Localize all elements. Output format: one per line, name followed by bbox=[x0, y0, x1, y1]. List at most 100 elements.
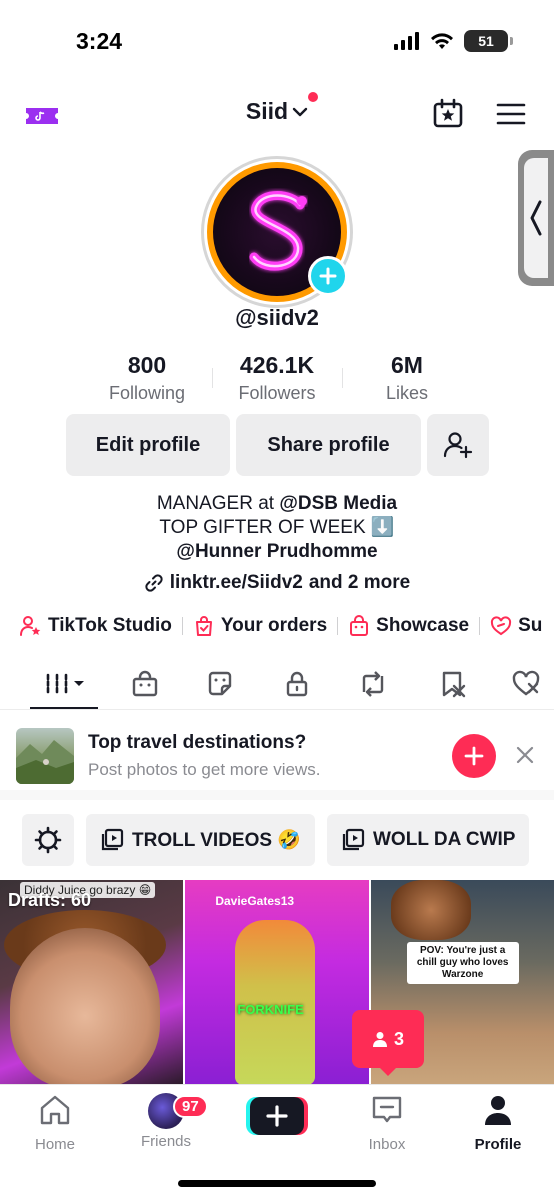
add-story-button[interactable] bbox=[308, 256, 348, 296]
tab-private[interactable] bbox=[279, 666, 315, 702]
views-count: 3 bbox=[393, 1028, 404, 1049]
shopping-bag-icon bbox=[195, 616, 212, 636]
nav-friends[interactable]: 97 Friends bbox=[121, 1093, 211, 1150]
favorites-icon bbox=[442, 671, 466, 698]
status-time: 3:24 bbox=[76, 28, 123, 54]
tab-shop[interactable] bbox=[127, 666, 163, 702]
shortcut-tiktok-studio[interactable]: TikTok Studio bbox=[20, 615, 172, 637]
account-switcher[interactable]: Siid bbox=[245, 92, 319, 125]
profile-link[interactable]: linktr.ee/Siidv2 and 2 more bbox=[0, 572, 554, 594]
video-caption: FORKNIFE bbox=[237, 1002, 304, 1017]
subscription-icon bbox=[491, 616, 512, 636]
playlist-icon bbox=[101, 828, 124, 851]
video-thumbnail-drafts[interactable]: Diddy Juice go brazy 😁 Drafts: 60 bbox=[0, 880, 184, 1084]
wifi-icon bbox=[431, 33, 453, 49]
side-panel-handle[interactable] bbox=[518, 150, 554, 286]
nav-label: Inbox bbox=[368, 1136, 406, 1153]
profile-bio: MANAGER at @DSB Media TOP GIFTER OF WEEK… bbox=[0, 492, 554, 564]
top-nav: Siid bbox=[0, 90, 554, 140]
nav-label: Friends bbox=[140, 1133, 192, 1150]
battery-icon: 51 bbox=[464, 30, 513, 52]
shortcut-showcase[interactable]: Showcase bbox=[348, 615, 469, 637]
profile-views-badge[interactable]: 3 bbox=[352, 1010, 424, 1076]
chevron-down-icon bbox=[292, 107, 308, 116]
profile-actions: Edit profile Share profile bbox=[66, 414, 489, 476]
playlist-item[interactable]: TROLL VIDEOS 🤣 bbox=[86, 814, 315, 866]
username-label: Siid bbox=[245, 98, 289, 124]
nav-home[interactable]: Home bbox=[10, 1093, 100, 1153]
promo-add-button[interactable] bbox=[452, 734, 496, 778]
divider bbox=[479, 617, 481, 635]
nav-label: Profile bbox=[474, 1136, 522, 1153]
tab-liked[interactable] bbox=[508, 666, 544, 702]
shop-icon bbox=[350, 615, 369, 636]
lock-icon bbox=[286, 671, 308, 697]
home-icon bbox=[40, 1095, 70, 1125]
nav-inbox[interactable]: Inbox bbox=[342, 1093, 432, 1153]
stat-following[interactable]: 800 Following bbox=[82, 352, 212, 412]
creator-shortcuts: TikTok Studio Your orders Showcase Su bbox=[20, 612, 554, 640]
link-more: and 2 more bbox=[308, 572, 411, 593]
thumbnail-art bbox=[10, 928, 160, 1084]
edit-profile-button[interactable]: Edit profile bbox=[66, 414, 230, 476]
shortcut-your-orders[interactable]: Your orders bbox=[193, 615, 327, 637]
tab-videos[interactable] bbox=[42, 666, 90, 702]
profile-stats: 800 Following 426.1K Followers 6M Likes bbox=[82, 352, 472, 412]
grid-videos-icon bbox=[46, 673, 84, 695]
home-indicator bbox=[178, 1180, 376, 1187]
calendar-star-icon[interactable] bbox=[432, 98, 464, 130]
bio-mention-link[interactable]: @Hunner Prudhomme bbox=[0, 540, 554, 564]
share-profile-button[interactable]: Share profile bbox=[236, 414, 421, 476]
person-icon bbox=[372, 1032, 387, 1047]
stat-likes[interactable]: 6M Likes bbox=[342, 352, 472, 412]
playlist-label: TROLL VIDEOS 🤣 bbox=[132, 830, 301, 851]
person-star-icon bbox=[20, 616, 41, 636]
sticker-icon bbox=[208, 671, 232, 696]
status-icons: 51 bbox=[394, 30, 513, 52]
promo-subtitle: Post photos to get more views. bbox=[88, 760, 321, 779]
divider bbox=[337, 617, 339, 635]
profile-icon bbox=[485, 1096, 511, 1125]
close-icon[interactable] bbox=[512, 742, 538, 768]
nav-label: Home bbox=[34, 1136, 75, 1153]
stat-label: Following bbox=[108, 383, 186, 403]
content-tabs bbox=[0, 660, 554, 710]
friends-badge: 97 bbox=[173, 1095, 208, 1118]
shop-icon bbox=[132, 670, 158, 697]
mountain-image bbox=[16, 740, 74, 784]
add-friends-button[interactable] bbox=[427, 414, 489, 476]
liked-icon bbox=[512, 670, 540, 696]
post-suggestion-banner: Top travel destinations? Post photos to … bbox=[0, 712, 554, 800]
menu-icon[interactable] bbox=[496, 102, 526, 126]
status-bar: 3:24 51 bbox=[0, 0, 554, 80]
playlist-icon bbox=[342, 828, 365, 851]
nav-profile[interactable]: Profile bbox=[453, 1093, 543, 1153]
divider bbox=[181, 617, 183, 635]
chevron-left-icon bbox=[530, 200, 542, 236]
playlist-label: WOLL DA CWIP bbox=[373, 829, 516, 850]
tab-stickers[interactable] bbox=[202, 666, 238, 702]
create-button[interactable] bbox=[246, 1095, 308, 1137]
bio-mention-link[interactable]: @DSB Media bbox=[279, 493, 397, 514]
plus-icon bbox=[464, 746, 484, 766]
drafts-label: Drafts: 60 bbox=[8, 890, 92, 910]
tab-reposts[interactable] bbox=[355, 666, 391, 702]
inbox-icon bbox=[372, 1096, 402, 1123]
stat-followers[interactable]: 426.1K Followers bbox=[212, 352, 342, 412]
battery-level: 51 bbox=[478, 33, 494, 49]
tab-favorites[interactable] bbox=[435, 666, 471, 702]
video-thumbnail[interactable]: DavieGates13 FORKNIFE bbox=[185, 880, 369, 1084]
stat-value: 426.1K bbox=[239, 352, 315, 378]
shortcut-label: Su bbox=[518, 615, 543, 636]
add-person-icon bbox=[443, 432, 473, 459]
shortcut-subscription[interactable]: Su bbox=[490, 615, 542, 637]
playlist-settings-button[interactable] bbox=[22, 814, 74, 866]
video-caption: POV: You're just a chill guy who loves W… bbox=[406, 942, 519, 984]
stat-label: Likes bbox=[385, 383, 429, 403]
signal-icon bbox=[394, 32, 419, 50]
promo-thumbnail bbox=[16, 728, 74, 784]
stat-label: Followers bbox=[238, 383, 316, 403]
playlist-item[interactable]: WOLL DA CWIP bbox=[327, 814, 530, 866]
stat-value: 6M bbox=[391, 352, 423, 378]
stat-value: 800 bbox=[127, 352, 167, 378]
